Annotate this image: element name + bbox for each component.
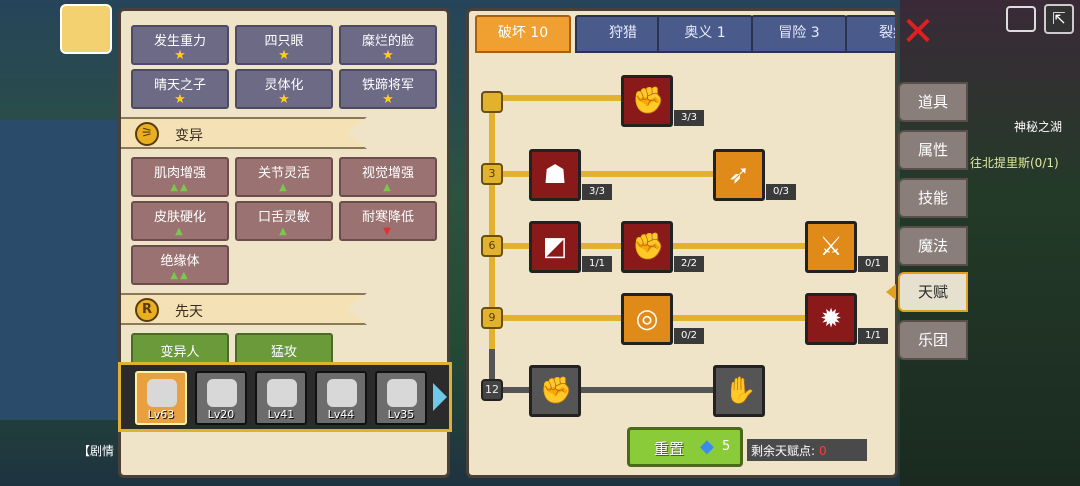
mutation-cell[interactable]: 皮肤硬化 ▲ [131,201,229,241]
avatar[interactable] [60,4,112,54]
story-label: 【剧情 [78,444,115,458]
close-icon[interactable]: ✕ [898,12,938,52]
tier-marker: 6 [481,235,503,257]
talent-node[interactable]: ◩ 1/1 [529,221,612,273]
muscle-body-icon: ☗ [543,160,567,190]
side-menu-talent[interactable]: 天赋 [898,272,968,312]
side-menu-pointer-icon [886,284,896,300]
diamond-icon: ◆ [700,436,714,457]
fist-icon: ✊ [540,376,573,406]
arrow-hit-icon: ➶ [728,160,750,190]
mutation-cell[interactable]: 灵体化 ★ [235,69,333,109]
mutation-cell[interactable]: 口舌灵敏 ▲ [235,201,333,241]
character-portrait [147,379,177,407]
mutation-cell[interactable]: 肌肉增强 ▲▲ [131,157,229,197]
tab-rift[interactable]: 裂痕 [845,15,895,53]
talent-node[interactable]: ➶ 0/3 [713,149,796,201]
mutation-cell[interactable]: 耐寒降低 ▼ [339,201,437,241]
character-slot[interactable]: Lv20 [195,371,247,425]
tier-start [481,91,503,113]
lake-label: 神秘之湖 [1014,120,1063,134]
section-innate-header: R 先天 [121,293,367,325]
side-menu-attributes[interactable]: 属性 [898,130,968,170]
character-slot[interactable]: Lv44 [315,371,367,425]
tab-adventure[interactable]: 冒险 3 [751,15,847,53]
exit-icon[interactable]: ⇱ [1044,4,1074,34]
talent-node-locked[interactable]: ✋ [713,365,765,417]
quest-label: 往北提里斯(0/1) [970,156,1059,170]
mutation-cell[interactable]: 视觉增强 ▲ [339,157,437,197]
arrow-up-icon: ▲ [383,182,393,193]
star-icon: ★ [174,92,186,107]
mutation-cell[interactable]: 关节灵活 ▲ [235,157,333,197]
tab-secret[interactable]: 奥义 1 [657,15,753,53]
tab-destroy[interactable]: 破坏 10 [475,15,571,53]
talent-node[interactable]: ✊ 3/3 [621,75,704,127]
shockwave-icon: ◎ [635,304,659,334]
character-portrait [387,379,417,407]
character-portrait [327,379,357,407]
side-menu-band[interactable]: 乐团 [898,320,968,360]
character-slot[interactable]: Lv35 [375,371,427,425]
character-slot[interactable]: Lv41 [255,371,307,425]
fist-icon: ✋ [724,376,757,406]
talent-node[interactable]: ✹ 1/1 [805,293,888,345]
mutation-cell[interactable]: 晴天之子 ★ [131,69,229,109]
tier-marker: 9 [481,307,503,329]
talent-node[interactable]: ◎ 0/2 [621,293,704,345]
side-menu-magic[interactable]: 魔法 [898,226,968,266]
talent-node[interactable]: ☗ 3/3 [529,149,612,201]
water-area [0,120,120,420]
character-portrait [207,379,237,407]
star-icon: ★ [278,48,290,63]
character-bar: Lv63 Lv20 Lv41 Lv44 Lv35 [118,362,452,432]
tier-marker: 3 [481,163,503,185]
talent-node[interactable]: ⚔ 0/1 [805,221,888,273]
arrow-up-icon: ▲ [175,226,185,237]
mutation-cell[interactable]: 糜烂的脸 ★ [339,25,437,65]
side-menu-items[interactable]: 道具 [898,82,968,122]
star-icon: ★ [174,48,186,63]
talent-node-locked[interactable]: ✊ [529,365,581,417]
star-icon: ★ [382,92,394,107]
talent-node[interactable]: ✊ 2/2 [621,221,704,273]
arrow-up-icon: ▲▲ [170,270,190,281]
reset-button[interactable]: 重置 ◆ 5 [627,427,743,467]
mutation-cell[interactable]: 铁蹄将军 ★ [339,69,437,109]
innate-icon: R [135,298,159,322]
fire-burst-icon: ✹ [820,304,842,334]
mutation-cell[interactable]: 发生重力 ★ [131,25,229,65]
arm-wrestle-icon: ✊ [632,86,665,116]
arrow-up-icon: ▲ [279,182,289,193]
star-icon: ★ [382,48,394,63]
star-icon: ★ [278,92,290,107]
next-arrow-icon[interactable] [433,383,447,411]
arrow-up-icon: ▲▲ [170,182,190,193]
punch-icon: ✊ [632,232,665,262]
remaining-points: 剩余天赋点: 0 [747,439,867,461]
mutation-cell[interactable]: 绝缘体 ▲▲ [131,245,229,285]
side-menu-skills[interactable]: 技能 [898,178,968,218]
mutation-cell[interactable]: 四只眼 ★ [235,25,333,65]
character-slot[interactable]: Lv63 [135,371,187,425]
tree-branch [495,95,625,101]
tier-marker: 12 [481,379,503,401]
section-mutation-header: ⚞ 变异 [121,117,367,149]
character-portrait [267,379,297,407]
map-icon[interactable] [1006,6,1036,32]
arrow-up-icon: ▲ [279,226,289,237]
shield-break-icon: ◩ [542,232,568,262]
dna-icon: ⚞ [135,122,159,146]
arrow-down-icon: ▼ [383,226,393,237]
talent-panel: 破坏 10 狩猎 奥义 1 冒险 3 裂痕 3 6 9 12 ✊3/3 ☗3/3… [466,8,898,478]
sword-strike-icon: ⚔ [819,232,843,262]
